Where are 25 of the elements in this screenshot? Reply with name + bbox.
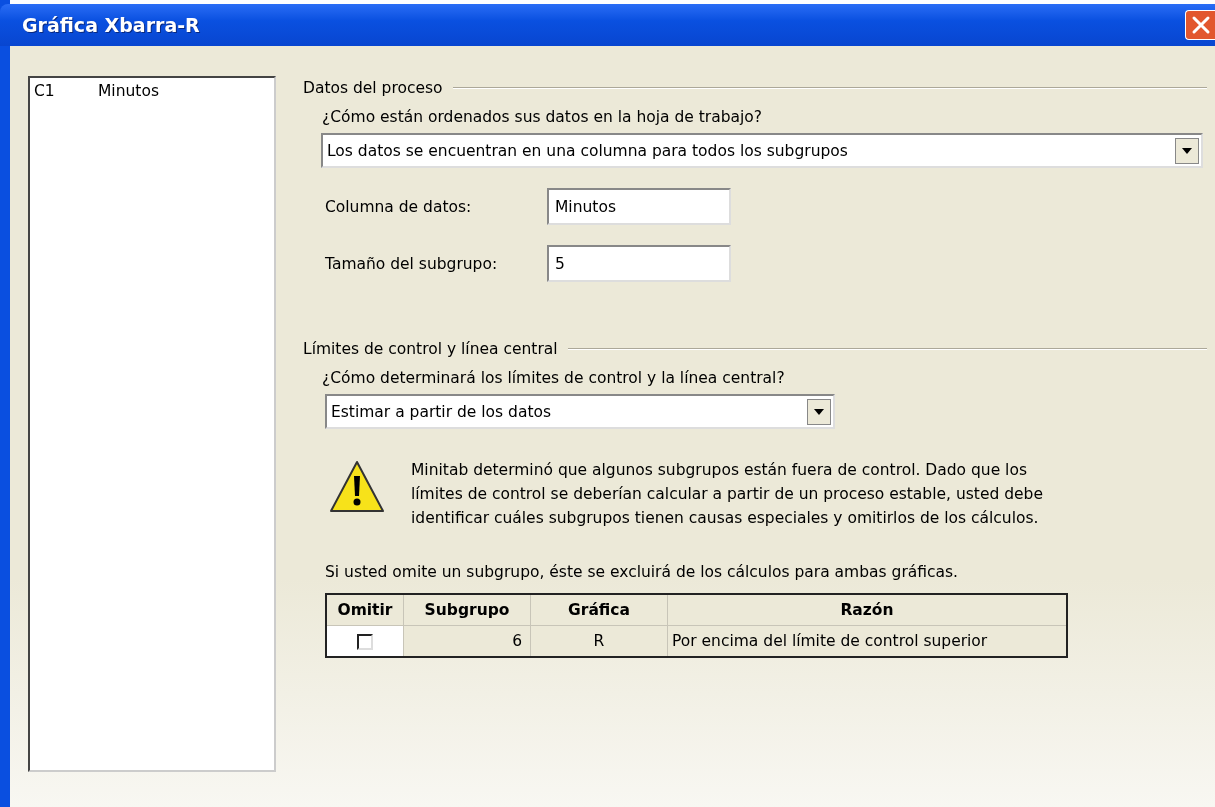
checkbox[interactable] <box>357 633 373 650</box>
group-heading: Datos del proceso <box>303 79 443 97</box>
question-label: ¿Cómo están ordenados sus datos en la hoja de trabajo? <box>322 108 764 126</box>
column-header: Subgrupo <box>403 594 531 626</box>
table-cell: 6 <box>403 625 531 657</box>
input-field[interactable]: Minutos <box>547 188 731 225</box>
method-dropdown[interactable]: Estimar a partir de los datos <box>325 394 835 429</box>
arrangement-dropdown[interactable]: Los datos se encuentran en una columna para todos los subgrupos <box>321 133 1203 168</box>
column-name[interactable]: Minutos <box>98 82 159 100</box>
window-title: Gráfica Xbarra-R <box>22 14 200 36</box>
group-heading: Límites de control y línea central <box>303 340 558 358</box>
question-label: ¿Cómo determinará los límites de control y la línea central? <box>322 369 786 387</box>
warning-message: Minitab determinó que algunos subgrupos están fuera de control. Dado que los límites de control se deberían calcular a partir de un proceso estable, usted debe identificar cuáles subgrupos tienen causas especiales y omitirlos de los cálculos. <box>411 460 1044 529</box>
table-cell: R <box>530 625 668 657</box>
close-button[interactable] <box>1185 10 1215 40</box>
note-text: Si usted omite un subgrupo, éste se excluirá de los cálculos para ambas gráficas. <box>325 563 960 581</box>
column-header: Gráfica <box>530 594 668 626</box>
column-header: Razón <box>667 594 1067 626</box>
column-header: Omitir <box>326 594 404 626</box>
warning-icon <box>329 459 385 515</box>
field-label: Columna de datos: <box>325 197 473 216</box>
input-field[interactable]: 5 <box>547 245 731 282</box>
table-cell: Por encima del límite de control superior <box>667 625 1067 657</box>
column-id[interactable]: C1 <box>34 82 98 100</box>
field-label: Tamaño del subgrupo: <box>325 254 499 273</box>
